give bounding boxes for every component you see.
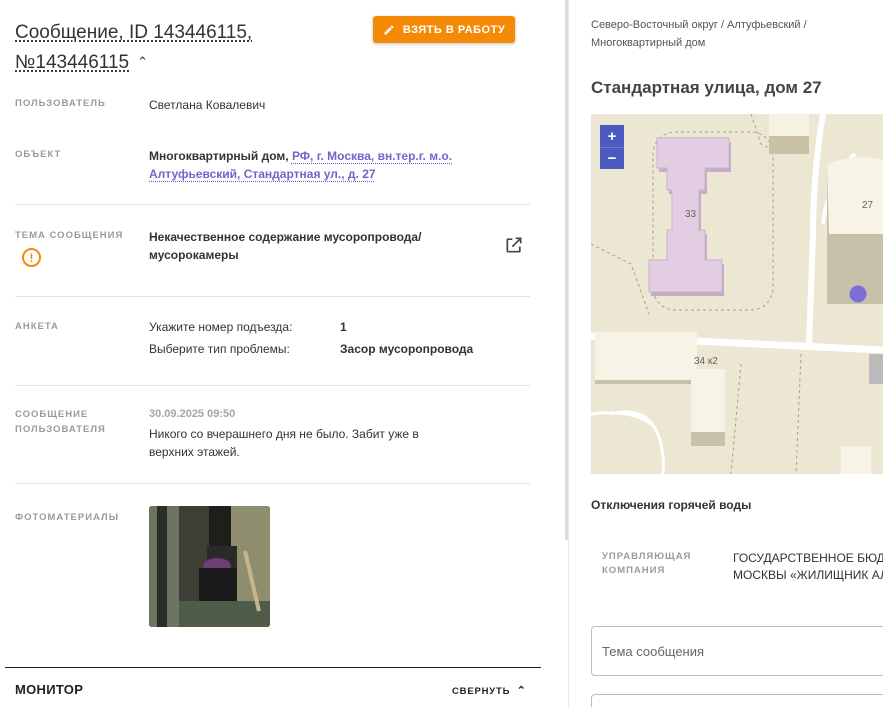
collapse-button[interactable]: СВЕРНУТЬ ⌃	[452, 684, 527, 697]
management-company-label: УПРАВЛЯЮЩАЯ КОМПАНИЯ	[602, 550, 712, 578]
hot-water-outages-heading: Отключения горячей воды	[591, 498, 752, 512]
message-title[interactable]: Сообщение, ID 143446115, №143446115 ⌃	[15, 18, 275, 77]
divider	[15, 385, 530, 386]
map-zoom-out-button[interactable]: −	[600, 147, 624, 169]
message-title-line-2: №143446115	[15, 52, 130, 73]
message-title-line-1: Сообщение, ID 143446115,	[15, 22, 253, 43]
management-company-label-line-2: КОМПАНИЯ	[602, 565, 666, 576]
divider	[15, 296, 530, 297]
topic-value: Некачественное содержание мусоропровода/…	[149, 228, 421, 264]
chevron-up-icon: ⌃	[516, 685, 527, 697]
survey-question-1: Укажите номер подъезда:	[149, 320, 293, 334]
message-input[interactable]	[591, 694, 883, 707]
breadcrumb-line-2[interactable]: Многоквартирный дом	[591, 37, 705, 49]
panel-divider	[568, 0, 569, 707]
divider	[15, 204, 530, 205]
map-label-34k2: 34 к2	[694, 356, 718, 367]
monitor-title: МОНИТОР	[15, 682, 84, 697]
map-label-27: 27	[862, 200, 874, 211]
open-external-icon[interactable]	[504, 235, 524, 255]
object-value: Многоквартирный дом, РФ, г. Москва, вн.т…	[149, 147, 479, 183]
survey-answer-1: 1	[340, 320, 347, 334]
take-to-work-button[interactable]: ВЗЯТЬ В РАБОТУ	[373, 16, 515, 43]
topic-line-1: Некачественное содержание мусоропровода/	[149, 230, 422, 244]
breadcrumb: Северо-Восточный округ / Алтуфьевский / …	[591, 16, 871, 52]
object-address-part-2: Алтуфьевский, Стандартная ул., д. 27	[149, 167, 376, 181]
object-label: ОБЪЕКТ	[15, 149, 62, 160]
photo-thumbnail[interactable]	[149, 506, 270, 627]
map-zoom-in-button[interactable]: +	[600, 125, 624, 147]
user-value: Светлана Ковалевич	[149, 98, 266, 112]
user-message-label-line-1: СООБЩЕНИЕ	[15, 409, 89, 420]
breadcrumb-line-1[interactable]: Северо-Восточный округ / Алтуфьевский /	[591, 19, 807, 31]
photos-label: ФОТОМАТЕРИАЛЫ	[15, 512, 120, 523]
subject-input[interactable]	[591, 626, 883, 676]
message-text-line-2: верхних этажей.	[149, 445, 240, 459]
management-company-value: ГОСУДАРСТВЕННОЕ БЮДЖ МОСКВЫ «ЖИЛИЩНИК АЛ	[733, 550, 883, 584]
survey-label: АНКЕТА	[15, 321, 59, 332]
collapse-label: СВЕРНУТЬ	[452, 686, 511, 697]
message-text-line-1: Никого со вчерашнего дня не было. Забит …	[149, 427, 419, 441]
take-to-work-label: ВЗЯТЬ В РАБОТУ	[402, 23, 506, 36]
user-message-label: СООБЩЕНИЕ ПОЛЬЗОВАТЕЛЯ	[15, 407, 106, 437]
chevron-up-icon[interactable]: ⌃	[137, 47, 148, 76]
user-message-label-line-2: ПОЛЬЗОВАТЕЛЯ	[15, 424, 106, 435]
monitor-divider	[5, 667, 541, 668]
map-canvas: 33 27 34 к2	[591, 114, 883, 474]
management-company-line-2: МОСКВЫ «ЖИЛИЩНИК АЛ	[733, 568, 883, 582]
message-text: Никого со вчерашнего дня не было. Забит …	[149, 425, 419, 461]
topic-line-2: мусорокамеры	[149, 248, 239, 262]
object-address-title: Стандартная улица, дом 27	[591, 78, 822, 97]
management-company-line-1: ГОСУДАРСТВЕННОЕ БЮДЖ	[733, 551, 883, 565]
pencil-icon	[384, 24, 394, 34]
management-company-label-line-1: УПРАВЛЯЮЩАЯ	[602, 551, 692, 562]
message-panel: Сообщение, ID 143446115, №143446115 ⌃ ВЗЯ…	[0, 0, 545, 707]
divider	[15, 483, 530, 484]
map[interactable]: 33 27 34 к2	[591, 114, 883, 474]
object-address-part-1: РФ, г. Москва, вн.тер.г. м.о.	[291, 149, 453, 163]
map-label-33: 33	[685, 209, 697, 220]
warning-icon: !	[22, 248, 41, 267]
survey-question-2: Выберите тип проблемы:	[149, 342, 290, 356]
topic-label: ТЕМА СООБЩЕНИЯ	[15, 230, 124, 241]
photo-image	[149, 506, 270, 627]
message-date: 30.09.2025 09:50	[149, 408, 236, 420]
survey-answer-2: Засор мусоропровода	[340, 342, 474, 356]
object-type: Многоквартирный дом,	[149, 149, 289, 163]
user-label: ПОЛЬЗОВАТЕЛЬ	[15, 98, 106, 109]
